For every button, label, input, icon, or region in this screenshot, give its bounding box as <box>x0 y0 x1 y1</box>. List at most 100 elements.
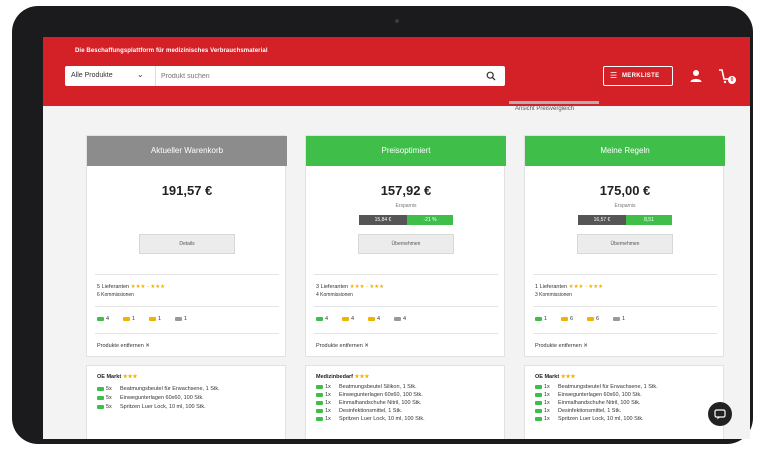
truck-icon <box>535 316 542 321</box>
truck-icon <box>97 386 104 391</box>
truck-icon <box>535 400 542 405</box>
savings-label: Ersparnis <box>395 203 417 209</box>
savings-bar-percent: -21 % <box>407 215 453 225</box>
cart-button[interactable]: 0 <box>718 68 736 84</box>
basket-card-header: Aktueller Warenkorb <box>87 136 287 166</box>
user-icon <box>690 70 702 82</box>
list-item: 1x Desinfektionsmittel, 1 Stk. <box>535 408 621 414</box>
basket-card-header: Meine Regeln <box>525 136 725 166</box>
app-screen: Die Beschaffungsplattform für medizinisc… <box>43 37 750 439</box>
watchlist-label: MERKLISTE <box>622 73 660 79</box>
divider <box>314 306 498 307</box>
shipment-summary: 4 1 1 1 <box>97 316 277 324</box>
basket-column-current: Aktueller Warenkorb 191,57 € Details 5 L… <box>86 135 287 439</box>
truck-icon <box>368 316 375 321</box>
apply-button[interactable]: Übernehmen <box>358 234 454 254</box>
shipment-summary: 4 4 4 4 <box>316 316 496 324</box>
divider <box>314 333 498 334</box>
shipment-item: 6 <box>561 316 573 322</box>
truck-icon <box>149 316 156 321</box>
list-item: 1x Spritzen Luer Lock, 10 ml, 100 Stk. <box>535 416 644 422</box>
list-item: 5x Beatmungsbeutel für Erwachsene, 1 Stk. <box>97 386 220 392</box>
truck-icon <box>123 316 130 321</box>
truck-icon <box>535 384 542 389</box>
chat-button[interactable] <box>708 402 732 426</box>
basket-total-price: 175,00 € <box>599 183 651 198</box>
list-item: 1x Beatmungsbeutel für Erwachsene, 1 Stk. <box>535 384 658 390</box>
rating-stars: ★★★ - ★★★ <box>568 284 604 290</box>
camera-dot <box>395 19 399 23</box>
category-select[interactable]: Alle Produkte ⌄ <box>65 66 156 86</box>
truck-icon <box>316 416 323 421</box>
divider <box>314 274 498 275</box>
apply-button[interactable]: Übernehmen <box>577 234 673 254</box>
list-item: 1x Einmalhandschuhe Nitril, 100 Stk. <box>535 400 641 406</box>
truck-icon <box>97 316 104 321</box>
truck-icon <box>97 395 104 400</box>
supplier-count: 5 Lieferanten ★★★ - ★★★ <box>97 284 166 290</box>
truck-icon <box>97 404 104 409</box>
supplier-name: OE Markt ★★★ <box>535 374 576 380</box>
shipment-item: 1 <box>175 316 187 322</box>
truck-icon <box>535 392 542 397</box>
supplier-name: OE Markt ★★★ <box>97 374 138 380</box>
header-tagline: Die Beschaffungsplattform für medizinisc… <box>75 48 268 54</box>
search-icon <box>486 71 496 81</box>
basket-card: Preisoptimiert 157,92 € Ersparnis 15,84 … <box>305 135 506 357</box>
shipment-summary: 1 6 6 1 <box>535 316 715 324</box>
truck-icon <box>342 316 349 321</box>
supplier-block: OE Markt ★★★ 5x Beatmungsbeutel für Erwac… <box>86 365 286 439</box>
remove-products-link[interactable]: Produkte entfernen ✕ <box>535 343 588 349</box>
search-bar: Alle Produkte ⌄ <box>65 66 505 86</box>
rating-stars: ★★★ <box>122 374 138 380</box>
search-button[interactable] <box>483 68 499 84</box>
list-item: 5x Einwegunterlagen 60x60, 100 Stk. <box>97 395 204 401</box>
category-select-value: Alle Produkte <box>71 72 113 79</box>
list-item: 1x Einwegunterlagen 60x60, 100 Stk. <box>535 392 642 398</box>
truck-icon <box>316 316 323 321</box>
active-tab-indicator <box>509 101 599 104</box>
divider <box>95 306 279 307</box>
commission-count: 6 Kommissionen <box>97 292 134 298</box>
remove-products-link[interactable]: Produkte entfernen ✕ <box>316 343 369 349</box>
shipment-item: 4 <box>368 316 380 322</box>
list-item: 1x Beatmungsbeutel Silikon, 1 Stk. <box>316 384 417 390</box>
savings-bar-percent: 8,51 <box>626 215 672 225</box>
commission-count: 4 Kommissionen <box>316 292 353 298</box>
truck-icon <box>561 316 568 321</box>
tab-price-comparison[interactable]: Ansicht Preisvergleich <box>515 106 574 112</box>
basket-card: Aktueller Warenkorb 191,57 € Details 5 L… <box>86 135 287 357</box>
details-button[interactable]: Details <box>139 234 235 254</box>
list-item: 5x Spritzen Luer Lock, 10 ml, 100 Stk. <box>97 404 206 410</box>
supplier-name: Medizinbedarf ★★★ <box>316 374 370 380</box>
rating-stars: ★★★ - ★★★ <box>349 284 385 290</box>
tablet-frame: Die Beschaffungsplattform für medizinisc… <box>12 6 753 444</box>
watchlist-button[interactable]: ☰ MERKLISTE <box>603 66 673 86</box>
truck-icon <box>535 416 542 421</box>
shipment-item: 6 <box>587 316 599 322</box>
basket-total-price: 191,57 € <box>161 183 213 198</box>
supplier-block: Medizinbedarf ★★★ 1x Beatmungsbeutel Sili… <box>305 365 505 439</box>
savings-bar: 16,57 € 8,51 <box>578 215 672 225</box>
divider <box>533 333 717 334</box>
truck-icon <box>587 316 594 321</box>
shipment-item: 1 <box>149 316 161 322</box>
commission-count: 3 Kommissionen <box>535 292 572 298</box>
user-account-button[interactable] <box>688 68 704 84</box>
list-icon: ☰ <box>610 71 618 80</box>
truck-icon <box>613 316 620 321</box>
remove-products-link[interactable]: Produkte entfernen ✕ <box>97 343 150 349</box>
supplier-count: 1 Lieferanten ★★★ - ★★★ <box>535 284 604 290</box>
truck-icon <box>394 316 401 321</box>
search-input[interactable] <box>161 69 461 83</box>
truck-icon <box>316 384 323 389</box>
basket-column-price-optimized: Preisoptimiert 157,92 € Ersparnis 15,84 … <box>305 135 506 439</box>
shipment-item: 4 <box>394 316 406 322</box>
list-item: 1x Spritzen Luer Lock, 10 ml, 100 Stk. <box>316 416 425 422</box>
basket-total-price: 157,92 € <box>380 183 432 198</box>
cart-count-badge: 0 <box>728 76 736 84</box>
shipment-item: 1 <box>613 316 625 322</box>
shipment-item: 1 <box>535 316 547 322</box>
basket-card: Meine Regeln 175,00 € Ersparnis 16,57 € … <box>524 135 725 357</box>
list-item: 1x Einmalhandschuhe Nitril, 100 Stk. <box>316 400 422 406</box>
